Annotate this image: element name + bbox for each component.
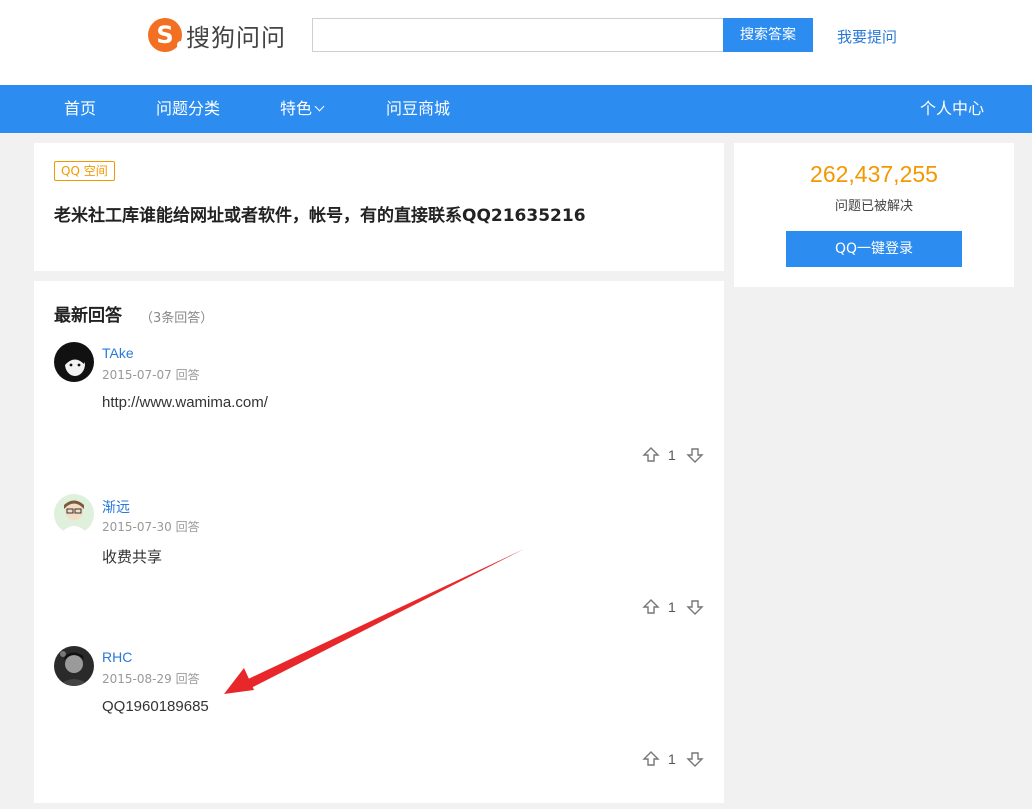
- vote-count: 1: [668, 751, 676, 767]
- answers-card: 最新回答 （3条回答） TAke 2015-07-07 回答 http://ww…: [34, 281, 724, 803]
- answer-meta: 2015-08-29 回答: [102, 670, 200, 687]
- chevron-down-icon: [314, 101, 325, 112]
- vote-count: 1: [668, 599, 676, 615]
- avatar[interactable]: [54, 342, 94, 382]
- ask-question-link[interactable]: 我要提问: [837, 26, 897, 47]
- answer-author[interactable]: 渐远: [102, 497, 130, 517]
- answers-heading: 最新回答: [54, 306, 122, 326]
- answer-author[interactable]: RHC: [102, 649, 132, 665]
- thumb-down-arrow-icon[interactable]: [686, 750, 704, 768]
- main-nav: 首页 问题分类 特色 问豆商城 个人中心: [0, 85, 1032, 133]
- answers-count: （3条回答）: [140, 311, 214, 326]
- nav-item-home[interactable]: 首页: [64, 85, 96, 133]
- vote-count: 1: [668, 447, 676, 463]
- vote-controls: 1: [642, 446, 704, 466]
- answer-meta: 2015-07-07 回答: [102, 366, 200, 383]
- thumb-up-arrow-icon[interactable]: [642, 750, 660, 768]
- thumb-down-arrow-icon[interactable]: [686, 446, 704, 464]
- question-title: 老米社工库谁能给网址或者软件，帐号，有的直接联系QQ21635216: [54, 206, 586, 226]
- stats-card: 262,437,255 问题已被解决 QQ一键登录: [734, 143, 1014, 287]
- nav-item-profile[interactable]: 个人中心: [920, 85, 984, 133]
- answer-item: RHC 2015-08-29 回答 QQ1960189685 1: [34, 646, 724, 798]
- answer-meta: 2015-07-30 回答: [102, 518, 200, 535]
- answer-action: 回答: [175, 672, 200, 686]
- answer-date: 2015-07-07: [102, 368, 172, 382]
- nav-item-store[interactable]: 问豆商城: [386, 85, 450, 133]
- answer-body: 收费共享: [102, 549, 163, 566]
- vote-controls: 1: [642, 598, 704, 618]
- nav-item-features-label: 特色: [280, 99, 313, 118]
- answer-item: TAke 2015-07-07 回答 http://www.wamima.com…: [34, 342, 724, 494]
- answer-date: 2015-08-29: [102, 672, 172, 686]
- qq-login-button[interactable]: QQ一键登录: [786, 231, 962, 267]
- sogou-logo[interactable]: 搜狗问问: [148, 17, 286, 53]
- avatar-image: [54, 342, 94, 382]
- sogou-logo-icon: [148, 18, 185, 52]
- category-tag[interactable]: QQ 空间: [54, 161, 115, 181]
- nav-item-categories[interactable]: 问题分类: [156, 85, 220, 133]
- answer-body: QQ1960189685: [102, 698, 209, 715]
- answer-body: http://www.wamima.com/: [102, 394, 268, 411]
- search-button[interactable]: 搜索答案: [723, 18, 813, 52]
- question-card: QQ 空间 老米社工库谁能给网址或者软件，帐号，有的直接联系QQ21635216: [34, 143, 724, 271]
- answer-date: 2015-07-30: [102, 520, 172, 534]
- avatar-image: [54, 494, 94, 534]
- avatar[interactable]: [54, 646, 94, 686]
- avatar-image: [54, 646, 94, 686]
- avatar[interactable]: [54, 494, 94, 534]
- solved-caption: 问题已被解决: [834, 199, 913, 214]
- search-input[interactable]: [312, 18, 724, 52]
- answer-action: 回答: [175, 368, 200, 382]
- answer-action: 回答: [175, 520, 200, 534]
- site-header: 搜狗问问 搜索答案 我要提问: [0, 0, 1032, 85]
- answer-author[interactable]: TAke: [102, 345, 134, 361]
- thumb-down-arrow-icon[interactable]: [686, 598, 704, 616]
- thumb-up-arrow-icon[interactable]: [642, 446, 660, 464]
- nav-item-features[interactable]: 特色: [280, 85, 325, 133]
- vote-controls: 1: [642, 750, 704, 770]
- thumb-up-arrow-icon[interactable]: [642, 598, 660, 616]
- answer-item: 渐远 2015-07-30 回答 收费共享 1: [34, 494, 724, 646]
- solved-count: 262,437,255: [810, 161, 938, 187]
- logo-text: 搜狗问问: [186, 23, 286, 52]
